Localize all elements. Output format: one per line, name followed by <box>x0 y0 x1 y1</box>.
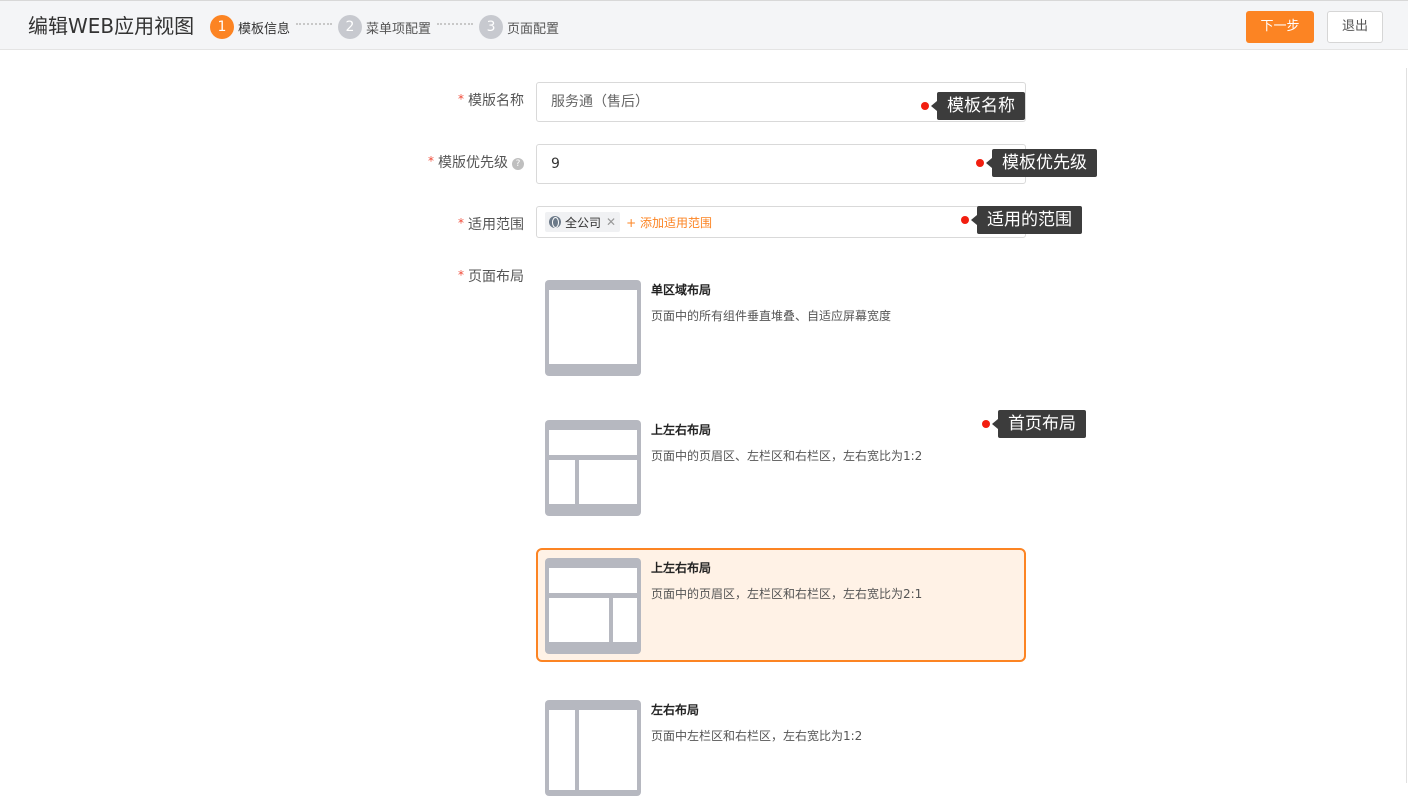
callout-home-layout: 首页布局 <box>982 410 1086 438</box>
step-number: 2 <box>338 15 363 39</box>
stepper: 1 模板信息 2 菜单项配置 3 页面配置 <box>210 15 559 39</box>
template-priority-label: * 模版优先级? <box>400 153 524 173</box>
callout-dot <box>961 216 969 224</box>
callout-template-priority: 模板优先级 <box>976 149 1097 177</box>
callout-dot <box>976 159 984 167</box>
next-step-button[interactable]: 下一步 <box>1246 11 1314 43</box>
layout-name: 上左右布局 <box>651 561 712 575</box>
required-mark: * <box>428 154 434 168</box>
callout-dot <box>921 102 929 110</box>
layout-name: 单区域布局 <box>651 283 712 297</box>
callout-scope: 适用的范围 <box>961 206 1082 234</box>
scrollbar-track[interactable] <box>1406 68 1407 783</box>
page-title: 编辑WEB应用视图 <box>28 14 195 38</box>
close-icon[interactable]: ✕ <box>606 215 616 229</box>
step-number: 1 <box>210 15 234 39</box>
help-icon[interactable]: ? <box>512 158 524 170</box>
step-label: 页面配置 <box>507 21 560 37</box>
label-text: 模版名称 <box>468 93 524 109</box>
label-text: 适用范围 <box>468 217 524 233</box>
step-connector <box>296 23 333 25</box>
label-text: 模版优先级 <box>438 155 508 171</box>
callout-label: 适用的范围 <box>971 206 1082 234</box>
add-scope-link[interactable]: + 添加适用范围 <box>626 214 712 231</box>
scope-label: * 适用范围 <box>440 215 524 235</box>
step-label: 菜单项配置 <box>366 21 432 37</box>
scope-tag-text: 全公司 <box>565 215 602 230</box>
page-layout-label: * 页面布局 <box>440 267 524 287</box>
layout-top-left-right-icon <box>545 420 641 516</box>
layout-single-icon <box>545 280 641 376</box>
scope-selector[interactable]: 全公司 ✕ + 添加适用范围 <box>536 206 1026 238</box>
callout-label: 模板优先级 <box>986 149 1097 177</box>
layout-option-single[interactable]: 单区域布局 页面中的所有组件垂直堆叠、自适应屏幕宽度 <box>536 270 1026 384</box>
top-bar: 编辑WEB应用视图 1 模板信息 2 菜单项配置 3 页面配置 下一步 退出 <box>0 0 1408 50</box>
layout-name: 上左右布局 <box>651 423 712 437</box>
step-number: 3 <box>479 15 504 39</box>
callout-template-name: 模板名称 <box>921 92 1025 120</box>
callout-dot <box>982 420 990 428</box>
template-priority-input[interactable]: 9 <box>536 144 1026 184</box>
layout-left-right-icon <box>545 700 641 796</box>
step-menu-config[interactable]: 2 菜单项配置 <box>338 15 431 39</box>
required-mark: * <box>458 216 464 230</box>
callout-label: 模板名称 <box>931 92 1025 120</box>
layout-description: 页面中左栏区和右栏区，左右宽比为1:2 <box>651 729 863 743</box>
required-mark: * <box>458 268 464 282</box>
step-connector <box>437 23 474 25</box>
scope-tag: 全公司 ✕ <box>545 212 621 232</box>
step-page-config[interactable]: 3 页面配置 <box>479 15 559 39</box>
layout-option-top-left-right-1-2[interactable]: 上左右布局 页面中的页眉区、左栏区和右栏区，左右宽比为1:2 <box>536 410 1026 524</box>
layout-top-left-right-icon <box>545 558 641 654</box>
template-name-label: * 模版名称 <box>440 91 524 111</box>
layout-option-top-left-right-2-1[interactable]: 上左右布局 页面中的页眉区，左栏区和右栏区，左右宽比为2:1 <box>536 548 1026 662</box>
required-mark: * <box>458 92 464 106</box>
layout-name: 左右布局 <box>651 703 700 717</box>
layout-description: 页面中的页眉区，左栏区和右栏区，左右宽比为2:1 <box>651 587 923 601</box>
layout-description: 页面中的所有组件垂直堆叠、自适应屏幕宽度 <box>651 309 892 323</box>
step-label: 模板信息 <box>238 21 291 37</box>
exit-button[interactable]: 退出 <box>1327 11 1383 43</box>
globe-icon <box>549 216 561 228</box>
callout-label: 首页布局 <box>992 410 1086 438</box>
layout-option-left-right[interactable]: 左右布局 页面中左栏区和右栏区，左右宽比为1:2 <box>536 690 1026 804</box>
label-text: 页面布局 <box>468 269 524 285</box>
step-template-info[interactable]: 1 模板信息 <box>210 15 290 39</box>
layout-description: 页面中的页眉区、左栏区和右栏区，左右宽比为1:2 <box>651 449 923 463</box>
